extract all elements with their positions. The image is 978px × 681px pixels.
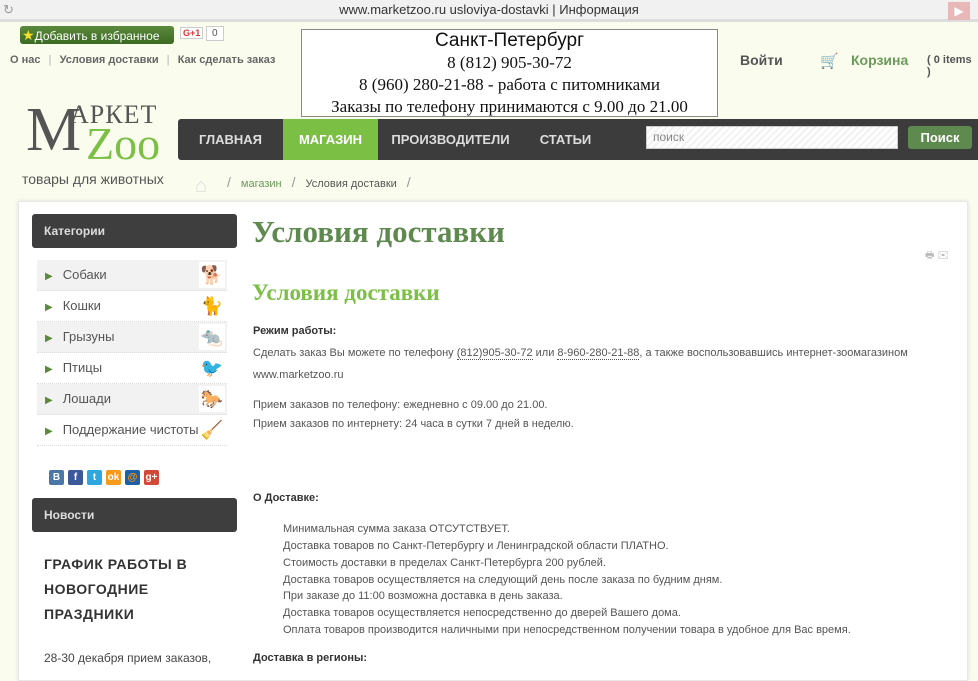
category-label: Кошки — [62, 298, 101, 313]
cleaning-icon: 🧹 — [199, 417, 225, 443]
breadcrumb: ⌂ / магазин / Условия доставки / — [195, 174, 411, 198]
category-label: Поддержание чистоты — [62, 422, 199, 437]
news-headline[interactable]: ГРАФИК РАБОТЫ В НОВОГОДНИЕ ПРАЗДНИКИ — [44, 552, 224, 627]
logo-tagline: товары для животных — [22, 171, 164, 187]
logo[interactable]: M АРКЕТ Zoo товары для животных — [22, 98, 182, 188]
delivery-item: Оплата товаров производится наличными пр… — [283, 624, 851, 636]
nav-shop[interactable]: МАГАЗИН — [283, 119, 378, 160]
cart-icon[interactable]: 🛒 — [820, 52, 839, 70]
favorite-label: Добавить в избранное — [34, 29, 160, 43]
category-cats[interactable]: ▶ Кошки 🐈 — [37, 291, 227, 322]
link-delivery[interactable]: Условия доставки — [60, 54, 159, 66]
mode-heading: Режим работы: — [253, 325, 337, 337]
email-icon[interactable]: ✉ — [937, 250, 949, 261]
contact-city: Санкт-Петербург — [434, 30, 584, 51]
delivery-item: Доставка товаров по Санкт-Петербургу и Л… — [283, 540, 669, 552]
delivery-heading: О Доставке: — [253, 492, 319, 504]
category-horses[interactable]: ▶ Лошади 🐎 — [37, 384, 227, 415]
link-about[interactable]: О нас — [10, 54, 41, 66]
arrow-icon: ▶ — [45, 333, 53, 344]
social-icons: Вf t ok @ g+ — [49, 467, 163, 485]
category-label: Собаки — [62, 267, 107, 282]
facebook-icon[interactable]: f — [68, 470, 83, 485]
delivery-item: При заказе до 11:00 возможна доставка в … — [283, 590, 563, 602]
play-icon[interactable]: ▶ — [948, 2, 970, 20]
phone-link-1[interactable]: (812)905-30-72 — [456, 347, 533, 360]
home-icon[interactable]: ⌂ — [195, 174, 217, 197]
rat-icon: 🐀 — [199, 324, 225, 350]
article-subtitle: Условия доставки — [252, 280, 440, 305]
nav-articles[interactable]: СТАТЬИ — [523, 119, 608, 160]
regions-heading: Доставка в регионы: — [253, 652, 368, 664]
arrow-icon: ▶ — [45, 395, 53, 406]
breadcrumb-current: Условия доставки — [305, 178, 397, 190]
breadcrumb-shop[interactable]: магазин — [241, 178, 282, 190]
page-title: Условия доставки — [252, 214, 505, 249]
reload-icon[interactable]: ↻ — [3, 2, 14, 18]
category-dogs[interactable]: ▶ Собаки 🐕 — [37, 260, 227, 291]
mailru-icon[interactable]: @ — [125, 470, 140, 485]
gplus-count: 0 — [206, 26, 224, 41]
delivery-item: Доставка товаров осуществляется непосред… — [283, 607, 681, 619]
phone-hours: Прием заказов по телефону: ежедневно с 0… — [253, 399, 548, 411]
top-links: О нас | Условия доставки | Как сделать заказ — [10, 54, 276, 66]
news-header: Новости — [32, 498, 237, 532]
nav-home[interactable]: ГЛАВНАЯ — [178, 119, 283, 160]
login-link[interactable]: Войти — [740, 52, 783, 68]
category-label: Птицы — [62, 360, 103, 375]
horse-icon: 🐎 — [199, 386, 225, 412]
bird-icon: 🐦 — [199, 355, 225, 381]
delivery-item: Доставка товаров осуществляется на следу… — [283, 574, 723, 586]
site-text: www.marketzoo.ru — [253, 369, 344, 381]
contact-hours: Заказы по телефону принимаются с 9.00 до… — [331, 97, 688, 116]
arrow-icon: ▶ — [45, 302, 53, 313]
twitter-icon[interactable]: t — [87, 470, 102, 485]
browser-title-bar: www.marketzoo.ru usloviya-dostavki | Инф… — [0, 0, 978, 22]
category-label: Лошади — [62, 391, 111, 406]
category-birds[interactable]: ▶ Птицы 🐦 — [37, 353, 227, 384]
contact-phone1: 8 (812) 905-30-72 — [447, 53, 572, 72]
logo-zoo: Zoo — [86, 118, 161, 169]
article-icons: 🖶 ✉ — [925, 248, 949, 265]
mode-text: Сделать заказ Вы можете по телефону (812… — [253, 347, 908, 360]
delivery-item: Стоимость доставки в пределах Санкт-Пете… — [283, 557, 606, 569]
arrow-icon: ▶ — [45, 271, 53, 282]
phone-link-2[interactable]: 8-960-280-21-88 — [557, 347, 640, 360]
link-how-to-order[interactable]: Как сделать заказ — [178, 54, 276, 66]
category-cleaning[interactable]: ▶ Поддержание чистоты 🧹 — [37, 415, 227, 446]
search-input[interactable]: поиск — [646, 126, 898, 149]
arrow-icon: ▶ — [45, 364, 53, 375]
delivery-item: Минимальная сумма заказа ОТСУТСТВУЕТ. — [283, 523, 510, 535]
search-button[interactable]: Поиск — [908, 126, 972, 149]
cat-icon: 🐈 — [199, 293, 225, 319]
category-rodents[interactable]: ▶ Грызуны 🐀 — [37, 322, 227, 353]
add-to-favorites-button[interactable]: ★Добавить в избранное — [20, 26, 174, 44]
arrow-icon: ▶ — [45, 426, 53, 437]
star-icon: ★ — [22, 27, 35, 43]
cart-link[interactable]: Корзина — [851, 52, 908, 68]
print-icon[interactable]: 🖶 — [925, 250, 934, 261]
browser-title: www.marketzoo.ru usloviya-dostavki | Инф… — [339, 2, 639, 17]
nav-manufacturers[interactable]: ПРОИЗВОДИТЕЛИ — [378, 119, 523, 160]
news-text: 28-30 декабря прием заказов, — [44, 651, 212, 665]
odnoklassniki-icon[interactable]: ok — [106, 470, 121, 485]
vk-icon[interactable]: В — [49, 470, 64, 485]
contact-phone2: 8 (960) 280-21-88 - работа с питомниками — [359, 75, 660, 94]
gplus-button[interactable]: G+1 — [180, 27, 204, 39]
contact-box: Санкт-Петербург 8 (812) 905-30-72 8 (960… — [301, 29, 718, 117]
googleplus-icon[interactable]: g+ — [144, 470, 159, 485]
categories-header: Категории — [32, 214, 237, 248]
dog-icon: 🐕 — [199, 262, 225, 288]
web-hours: Прием заказов по интернету: 24 часа в су… — [253, 418, 574, 430]
cart-items-count: ( 0 items ) — [927, 54, 972, 78]
category-label: Грызуны — [62, 329, 115, 344]
